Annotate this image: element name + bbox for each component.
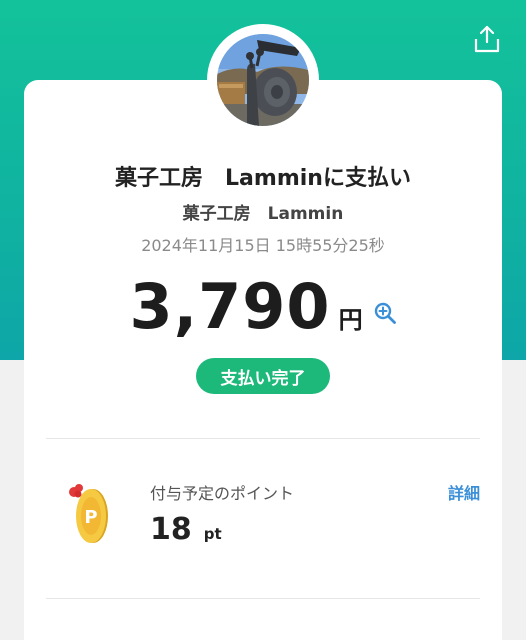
divider: [46, 438, 480, 439]
merchant-avatar: [217, 34, 309, 126]
divider-bottom: [46, 598, 480, 599]
amount-row: 3,790 円: [24, 270, 502, 343]
points-value: 18: [150, 512, 192, 547]
points-unit: pt: [203, 525, 222, 543]
currency-label: 円: [338, 306, 363, 334]
payment-datetime: 2024年11月15日 15時55分25秒: [141, 236, 385, 255]
payment-title: 菓子工房 Lamminに支払い: [115, 166, 411, 191]
status-badge: 支払い完了: [196, 358, 330, 394]
details-link[interactable]: 詳細: [448, 480, 480, 504]
share-icon: [474, 25, 500, 53]
points-label: 付与予定のポイント: [150, 484, 295, 503]
merchant-avatar-frame: [207, 24, 319, 136]
point-coin-icon: P: [69, 484, 108, 543]
share-button[interactable]: [470, 22, 504, 56]
points-value-row: 18 pt: [150, 512, 222, 547]
payment-card: 菓子工房 Lamminに支払い 菓子工房 Lammin 2024年11月15日 …: [24, 80, 502, 640]
payment-amount: 3,790: [129, 270, 331, 343]
svg-text:P: P: [84, 507, 97, 528]
merchant-name: 菓子工房 Lammin: [182, 204, 344, 224]
payment-detail-screen: 菓子工房 Lamminに支払い 菓子工房 Lammin 2024年11月15日 …: [0, 0, 526, 640]
zoom-in-icon[interactable]: [373, 301, 397, 325]
